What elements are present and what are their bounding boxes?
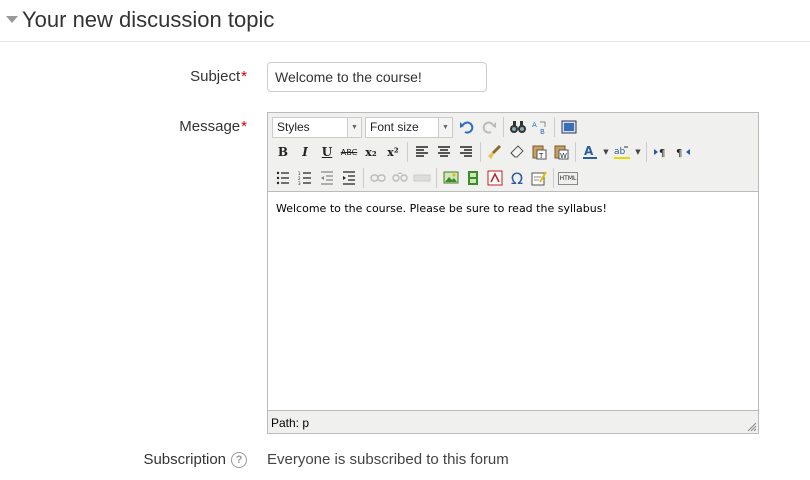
link-icon[interactable] [367, 167, 389, 189]
find-replace-icon[interactable]: AB [529, 116, 551, 138]
toolbar-divider [646, 142, 647, 162]
editor-toolbar-row-1: Styles ▼ Font size ▼ AB [272, 115, 580, 139]
subject-label: Subject* [190, 68, 247, 85]
redo-icon[interactable] [478, 116, 500, 138]
subscription-label-text: Subscription [143, 451, 226, 468]
svg-text:A: A [584, 144, 594, 158]
chevron-down-icon[interactable]: ▼ [601, 141, 611, 163]
svg-text:B: B [540, 128, 545, 135]
html-icon[interactable]: HTML [557, 167, 579, 189]
toolbar-divider [363, 168, 364, 188]
bullet-list-icon[interactable] [272, 167, 294, 189]
align-center-icon[interactable] [433, 141, 455, 163]
paste-text-icon[interactable]: T [528, 141, 550, 163]
anchor-icon[interactable] [411, 167, 433, 189]
superscript-icon[interactable]: x² [382, 141, 404, 163]
rtl-icon[interactable]: ¶ [672, 141, 694, 163]
toolbar-divider [503, 117, 504, 137]
subscription-label: Subscription ? [143, 451, 247, 468]
resize-grip-icon[interactable] [747, 422, 757, 432]
chevron-down-icon: ▼ [347, 117, 361, 137]
cleanup-icon[interactable] [484, 141, 506, 163]
section-title: Your new discussion topic [22, 7, 275, 32]
editor-content-text: Welcome to the course. Please be sure to… [276, 202, 607, 215]
strikethrough-icon[interactable]: ABC [338, 141, 360, 163]
section-header: Your new discussion topic [0, 0, 810, 42]
svg-text:T: T [538, 152, 544, 160]
chevron-down-icon[interactable]: ▼ [633, 141, 643, 163]
media-icon[interactable] [462, 167, 484, 189]
subscript-icon[interactable]: x₂ [360, 141, 382, 163]
undo-icon[interactable] [456, 116, 478, 138]
styles-dropdown-label: Styles [277, 120, 310, 134]
align-left-icon[interactable] [411, 141, 433, 163]
collapse-toggle-icon[interactable] [6, 16, 18, 23]
required-marker: * [241, 68, 247, 85]
subject-label-text: Subject [190, 68, 241, 85]
toolbar-divider [436, 168, 437, 188]
html-icon-label: HTML [557, 171, 579, 185]
styles-dropdown[interactable]: Styles ▼ [272, 116, 362, 138]
equation-icon[interactable] [484, 167, 506, 189]
remove-format-icon[interactable] [506, 141, 528, 163]
outdent-icon[interactable] [316, 167, 338, 189]
required-marker: * [241, 118, 247, 135]
background-color-icon[interactable]: ab [611, 141, 633, 163]
font-size-dropdown[interactable]: Font size ▼ [365, 116, 453, 138]
subscription-value: Everyone is subscribed to this forum [267, 451, 509, 468]
indent-icon[interactable] [338, 167, 360, 189]
text-color-icon[interactable]: A [579, 141, 601, 163]
align-right-icon[interactable] [455, 141, 477, 163]
spellcheck-icon[interactable] [528, 167, 550, 189]
toolbar-divider [553, 168, 554, 188]
editor-path-bar: Path: p [271, 416, 310, 430]
toolbar-divider [575, 142, 576, 162]
svg-text:¶: ¶ [676, 148, 682, 158]
chevron-down-icon: ▼ [438, 117, 452, 137]
editor-toolbar-row-3: 123 Ω HTML [272, 166, 579, 190]
font-size-dropdown-label: Font size [370, 120, 419, 134]
editor-toolbar-row-2: B I U ABC x₂ x² T W A ▼ ab ▼ ¶ ¶ [272, 140, 694, 164]
special-char-icon[interactable]: Ω [506, 167, 528, 189]
fullscreen-icon[interactable] [558, 116, 580, 138]
toolbar-divider [554, 117, 555, 137]
find-icon[interactable] [507, 116, 529, 138]
underline-icon[interactable]: U [316, 141, 338, 163]
rich-text-editor: Styles ▼ Font size ▼ AB B I U ABC x₂ x² [267, 112, 759, 434]
svg-text:W: W [560, 152, 567, 160]
subject-input[interactable] [267, 62, 487, 92]
numbered-list-icon[interactable]: 123 [294, 167, 316, 189]
image-icon[interactable] [440, 167, 462, 189]
message-label-text: Message [179, 118, 241, 135]
bold-icon[interactable]: B [272, 141, 294, 163]
unlink-icon[interactable] [389, 167, 411, 189]
svg-text:¶: ¶ [659, 148, 665, 158]
toolbar-divider [407, 142, 408, 162]
ltr-icon[interactable]: ¶ [650, 141, 672, 163]
svg-text:ab: ab [614, 147, 626, 157]
message-label: Message* [179, 118, 247, 135]
italic-icon[interactable]: I [294, 141, 316, 163]
help-icon[interactable]: ? [231, 451, 247, 468]
svg-text:3: 3 [298, 181, 301, 185]
editor-content-area[interactable]: Welcome to the course. Please be sure to… [268, 191, 758, 411]
svg-text:A: A [532, 121, 537, 129]
toolbar-divider [480, 142, 481, 162]
paste-word-icon[interactable]: W [550, 141, 572, 163]
